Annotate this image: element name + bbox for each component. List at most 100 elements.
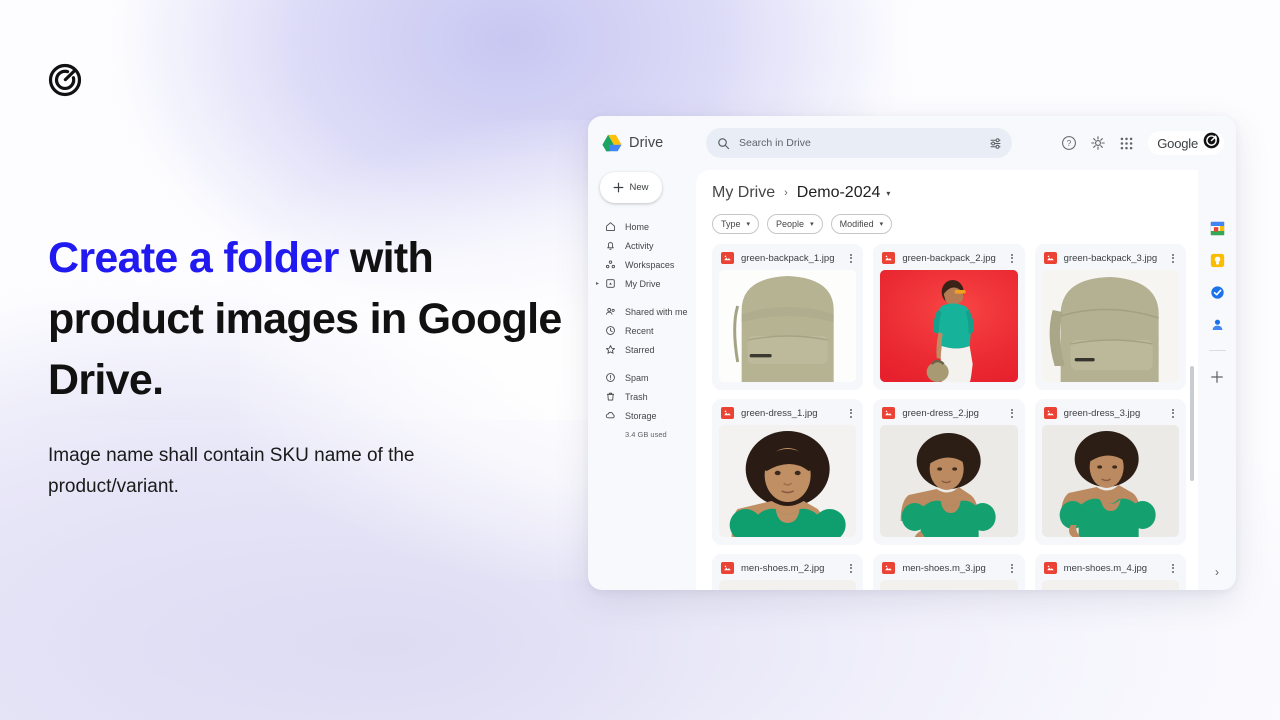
file-card-header: men-shoes.m_2.jpg [719,561,856,580]
file-thumbnail [880,580,1018,590]
drive-body: New Home Activity Workspaces ▸ My Drive … [588,170,1236,590]
new-button[interactable]: New [600,172,662,203]
contacts-icon[interactable] [1209,316,1226,333]
file-card[interactable]: green-dress_1.jpg [712,399,864,545]
sidebar-item-label: Shared with me [625,306,688,317]
tasks-icon[interactable] [1209,284,1226,301]
help-icon[interactable]: ? [1059,134,1078,153]
file-card-header: green-backpack_3.jpg [1042,251,1179,270]
breadcrumb: My Drive › Demo-2024 ▾ [696,170,1198,202]
account-chip[interactable]: Google [1148,131,1224,155]
image-file-icon [721,562,734,574]
drive-brand[interactable]: Drive [602,134,706,152]
chevron-right-icon[interactable]: ▸ [596,281,599,287]
sidebar-item-activity[interactable]: Activity [596,236,696,255]
chevron-down-icon: ▾ [746,221,751,228]
sidebar-item-my-drive[interactable]: ▸ My Drive [596,274,696,293]
tune-filter-icon[interactable] [984,132,1006,154]
sidebar-item-trash[interactable]: Trash [596,387,696,406]
sidebar-divider-2 [596,359,696,368]
apps-grid-icon[interactable] [1117,134,1136,153]
my-drive-icon [604,278,616,290]
image-file-icon [1043,252,1057,264]
more-options-icon[interactable] [1168,253,1179,263]
file-card[interactable]: men-shoes.m_3.jpg [873,554,1025,590]
more-options-icon[interactable] [845,408,856,418]
drive-top-bar: Drive Search in Drive ? Google [588,116,1236,170]
filter-chip-modified[interactable]: Modified ▾ [830,214,893,234]
image-file-icon [882,252,896,264]
file-name: green-dress_3.jpg [1063,407,1141,419]
calendar-icon[interactable] [1209,220,1226,237]
add-shortcut-icon[interactable] [1209,368,1226,385]
brand-logo-icon [47,62,82,97]
more-options-icon[interactable] [1007,408,1018,418]
sidebar-item-label: Workspaces [625,259,675,270]
chevron-down-icon[interactable]: ▾ [886,189,890,198]
more-options-icon[interactable] [1007,563,1018,573]
file-card[interactable]: green-dress_2.jpg [873,399,1025,545]
sidebar-item-label: Activity [625,240,654,251]
sidebar-item-label: Recent [625,325,654,336]
keep-icon[interactable] [1209,252,1226,269]
plus-icon [614,182,624,193]
sidebar-item-workspaces[interactable]: Workspaces [596,255,696,274]
breadcrumb-current[interactable]: Demo-2024 [797,184,881,202]
more-options-icon[interactable] [845,253,856,263]
expand-panel-chevron-icon[interactable]: › [1215,565,1219,579]
cloud-icon [604,410,616,422]
file-name: men-shoes.m_3.jpg [902,562,986,574]
chevron-down-icon: ▾ [810,221,814,228]
file-grid: green-backpack_1.jpg green-backpack_2.jp… [712,244,1186,590]
file-thumbnail [719,580,857,590]
sidebar-item-label: My Drive [625,278,661,289]
sidebar-item-label: Trash [625,391,648,402]
people-icon [604,306,616,318]
file-grid-scroll-area[interactable]: green-backpack_1.jpg green-backpack_2.jp… [696,244,1198,590]
account-label: Google [1157,135,1198,151]
image-file-icon [882,407,896,419]
file-card-header: men-shoes.m_4.jpg [1042,561,1179,580]
workspaces-icon [604,259,616,271]
settings-gear-icon[interactable] [1088,134,1107,153]
breadcrumb-separator: › [784,187,788,199]
file-card-header: green-dress_1.jpg [719,406,856,425]
vertical-scrollbar-thumb[interactable] [1190,366,1194,481]
filter-chip-label: People [776,219,805,229]
sidebar-item-recent[interactable]: Recent [596,321,696,340]
more-options-icon[interactable] [1007,253,1018,263]
file-thumbnail [880,270,1018,382]
more-options-icon[interactable] [845,563,856,573]
file-card[interactable]: green-backpack_1.jpg [712,244,864,390]
image-file-icon [721,252,734,264]
file-name: green-backpack_3.jpg [1063,252,1158,264]
file-name: men-shoes.m_4.jpg [1063,562,1148,574]
image-file-icon [882,562,896,574]
search-input[interactable]: Search in Drive [706,128,1012,158]
file-card[interactable]: green-dress_3.jpg [1034,399,1186,545]
sidebar-item-starred[interactable]: Starred [596,340,696,359]
sidebar-item-shared-with-me[interactable]: Shared with me [596,302,696,321]
file-name: men-shoes.m_2.jpg [741,562,825,574]
sidebar-item-home[interactable]: Home [596,217,696,236]
file-card[interactable]: green-backpack_2.jpg [873,244,1025,390]
side-panel-rail: › [1198,170,1236,590]
file-card[interactable]: green-backpack_3.jpg [1034,244,1186,390]
sidebar-item-spam[interactable]: Spam [596,368,696,387]
home-icon [604,221,616,233]
filter-chip-type[interactable]: Type ▾ [712,214,760,234]
sidebar-item-storage[interactable]: Storage [596,406,696,425]
filter-chip-people[interactable]: People ▾ [767,214,823,234]
file-thumbnail [1041,580,1179,590]
file-card-header: green-backpack_1.jpg [719,251,856,270]
search-placeholder: Search in Drive [739,137,811,149]
rail-divider [1208,350,1226,351]
sidebar-item-label: Spam [625,372,649,383]
file-card[interactable]: men-shoes.m_4.jpg [1034,554,1186,590]
image-file-icon [1043,562,1057,574]
more-options-icon[interactable] [1168,408,1179,418]
breadcrumb-root[interactable]: My Drive [712,184,775,202]
file-card[interactable]: men-shoes.m_2.jpg [712,554,864,590]
sidebar-item-label: Storage [625,410,657,421]
more-options-icon[interactable] [1168,563,1179,573]
